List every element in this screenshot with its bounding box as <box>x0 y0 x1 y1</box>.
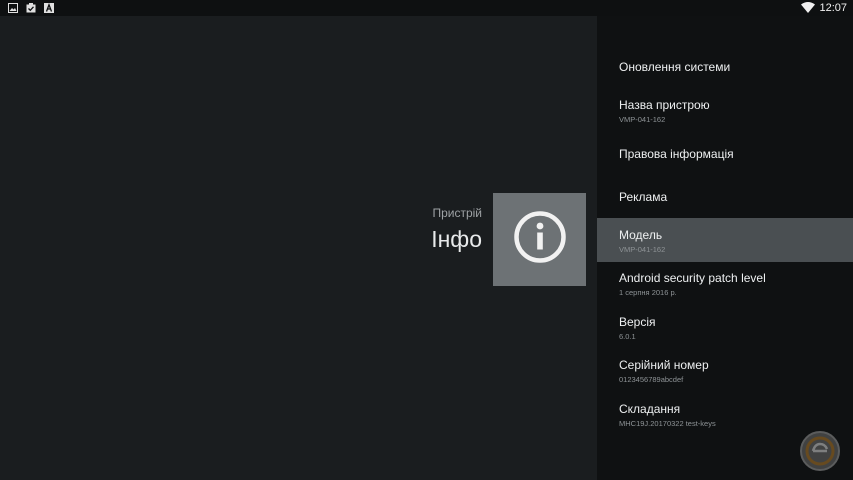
settings-list-panel: Оновлення системи Назва пристрою VMP-041… <box>597 16 853 480</box>
menu-item-value: VMP-041-162 <box>619 115 666 124</box>
image-icon <box>8 3 18 13</box>
menu-item-title: Реклама <box>619 190 668 204</box>
menu-item-title: Android security patch level <box>619 271 766 285</box>
menu-item-ads[interactable]: Реклама <box>597 190 853 205</box>
wifi-icon <box>801 2 815 14</box>
status-time: 12:07 <box>819 2 847 14</box>
menu-item-title: Назва пристрою <box>619 98 710 112</box>
menu-item-title: Правова інформація <box>619 147 734 161</box>
status-bar: 12:07 <box>0 0 853 16</box>
menu-item-build[interactable]: Складання MHC19J.20170322 test-keys <box>597 402 853 429</box>
letter-a-icon <box>44 3 54 13</box>
menu-item-device-name[interactable]: Назва пристрою VMP-041-162 <box>597 98 853 125</box>
menu-item-serial-number[interactable]: Серійний номер 0123456789abcdef <box>597 358 853 385</box>
page-header: Пристрій Інфо <box>380 205 482 254</box>
watermark-logo-icon <box>799 430 841 472</box>
menu-item-title: Модель <box>619 228 663 242</box>
menu-item-value: VMP-041-162 <box>619 245 666 254</box>
menu-item-title: Складання <box>619 402 681 416</box>
menu-item-title: Оновлення системи <box>619 60 731 74</box>
menu-item-system-update[interactable]: Оновлення системи <box>597 60 853 75</box>
menu-item-security-patch[interactable]: Android security patch level 1 серпня 20… <box>597 271 853 298</box>
menu-item-value: 1 серпня 2016 р. <box>619 288 677 297</box>
menu-item-value: MHC19J.20170322 test-keys <box>619 419 716 428</box>
info-icon <box>513 210 567 269</box>
menu-item-model[interactable]: Модель VMP-041-162 <box>597 218 853 262</box>
menu-item-title: Версія <box>619 315 656 329</box>
settings-screen: 12:07 Пристрій Інфо Оновлення системи На… <box>0 0 853 480</box>
page-title: Інфо <box>431 226 482 252</box>
page-subtitle: Пристрій <box>432 206 482 220</box>
menu-item-value: 6.0.1 <box>619 332 636 341</box>
clipboard-check-icon <box>26 3 36 13</box>
menu-item-value: 0123456789abcdef <box>619 375 684 384</box>
info-tile <box>493 193 586 286</box>
menu-item-version[interactable]: Версія 6.0.1 <box>597 315 853 342</box>
menu-item-legal-info[interactable]: Правова інформація <box>597 147 853 162</box>
menu-item-title: Серійний номер <box>619 358 709 372</box>
